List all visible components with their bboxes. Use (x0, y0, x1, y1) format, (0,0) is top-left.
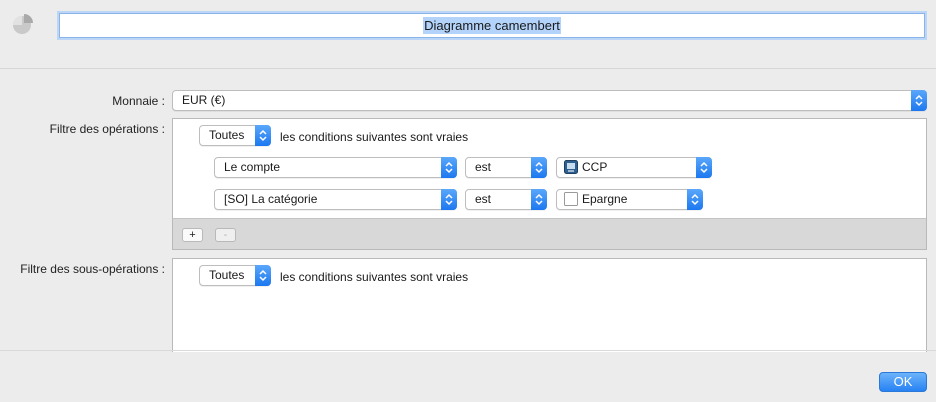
rule-1-value-select[interactable]: CCP (556, 157, 712, 178)
subops-match-value: Toutes (209, 268, 245, 282)
rule-1-field-value: Le compte (224, 160, 281, 174)
chevron-updown-icon (531, 157, 547, 178)
header-bar: Diagramme camembert (0, 0, 936, 69)
currency-select[interactable]: EUR (€) (172, 90, 927, 111)
subops-match-select[interactable]: Toutes (199, 265, 271, 286)
rule-2-value-text: Epargne (582, 192, 628, 206)
ops-match-select[interactable]: Toutes (199, 125, 271, 146)
currency-label: Monnaie : (112, 94, 165, 108)
rule-2-field-select[interactable]: [SO] La catégorie (214, 189, 457, 210)
pie-chart-icon (13, 14, 33, 34)
blank-checkbox-icon (564, 192, 578, 206)
chart-title-input[interactable]: Diagramme camembert (59, 13, 925, 38)
account-icon (564, 160, 578, 174)
add-rule-button[interactable]: + (182, 228, 203, 242)
subops-filter-label: Filtre des sous-opérations : (20, 262, 165, 276)
subops-filter-box: Toutes les conditions suivantes sont vra… (172, 258, 927, 352)
rule-2-field-value: [SO] La catégorie (224, 192, 318, 206)
chevron-updown-icon (531, 189, 547, 210)
chevron-updown-icon (441, 189, 457, 210)
rule-2-operator-value: est (475, 192, 492, 206)
ops-match-text: les conditions suivantes sont vraies (280, 130, 469, 144)
rule-1-operator-select[interactable]: est (465, 157, 547, 178)
chart-title-text: Diagramme camembert (423, 17, 561, 34)
footer-divider (0, 350, 936, 351)
ok-button[interactable]: OK (879, 372, 927, 392)
chevron-updown-icon (696, 157, 712, 178)
rule-2-value-select[interactable]: Epargne (556, 189, 703, 210)
ops-filter-footer: + - (173, 218, 926, 249)
chevron-updown-icon (255, 265, 271, 286)
ops-filter-label: Filtre des opérations : (49, 122, 165, 136)
chevron-updown-icon (687, 189, 703, 210)
rule-1-field-select[interactable]: Le compte (214, 157, 457, 178)
remove-rule-button[interactable]: - (215, 228, 236, 242)
rule-1-operator-value: est (475, 160, 492, 174)
chevron-updown-icon (255, 125, 271, 146)
currency-select-value: EUR (€) (182, 93, 226, 107)
chevron-updown-icon (911, 90, 927, 111)
subops-match-text: les conditions suivantes sont vraies (280, 270, 469, 284)
rule-2-operator-select[interactable]: est (465, 189, 547, 210)
rule-1-value-text: CCP (582, 160, 608, 174)
ops-match-value: Toutes (209, 128, 245, 142)
chevron-updown-icon (441, 157, 457, 178)
ops-filter-box: Toutes les conditions suivantes sont vra… (172, 118, 927, 250)
